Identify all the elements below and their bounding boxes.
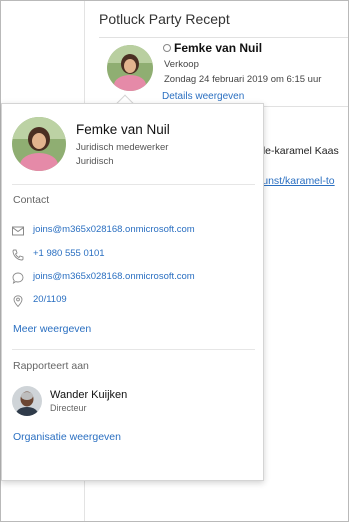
mail-icon [12,226,24,236]
show-more-link[interactable]: Meer weergeven [13,323,91,335]
contact-department: Juridisch [76,156,114,167]
org-view-link[interactable]: Organisatie weergeven [13,431,121,443]
presence-status-icon [163,44,171,52]
manager-title: Directeur [50,403,87,413]
sent-date: Zondag 24 februari 2019 om 6:15 uur [164,74,322,85]
header-divider [99,37,348,38]
contact-location-row[interactable]: 20/1109 [12,294,252,310]
phone-icon [12,249,24,261]
message-body-text: ple-karamel Kaas [257,145,339,157]
contact-name: Femke van Nuil [76,122,170,137]
contact-phone-row[interactable]: +1 980 555 0101 [12,248,252,264]
contact-chat-value[interactable]: joins@m365x028168.onmicrosoft.com [33,271,195,282]
manager-name[interactable]: Wander Kuijken [50,389,127,401]
contact-phone-value[interactable]: +1 980 555 0101 [33,248,105,259]
sender-name[interactable]: Femke van Nuil [174,41,262,55]
reports-to-heading: Rapporteert aan [13,360,89,372]
contact-job-title: Juridisch medewerker [76,142,169,153]
location-icon [13,295,23,307]
contact-email-value[interactable]: joins@m365x028168.onmicrosoft.com [33,224,195,235]
contact-location-value[interactable]: 20/1109 [33,294,67,305]
contact-chat-row[interactable]: joins@m365x028168.onmicrosoft.com [12,271,252,287]
sender-department: Verkoop [164,59,199,70]
card-divider [12,349,255,350]
card-divider [12,184,255,185]
manager-avatar[interactable] [12,386,42,416]
message-body-link[interactable]: kunst/karamel-to [257,175,335,187]
contact-avatar [12,117,66,171]
contact-email-row[interactable]: joins@m365x028168.onmicrosoft.com [12,224,252,240]
sender-avatar[interactable] [107,45,153,91]
contact-heading: Contact [13,194,50,206]
contact-card: Femke van Nuil Juridisch medewerker Juri… [1,103,264,481]
chat-icon [12,272,24,284]
details-link[interactable]: Details weergeven [162,91,244,102]
message-subject: Potluck Party Recept [99,11,230,27]
